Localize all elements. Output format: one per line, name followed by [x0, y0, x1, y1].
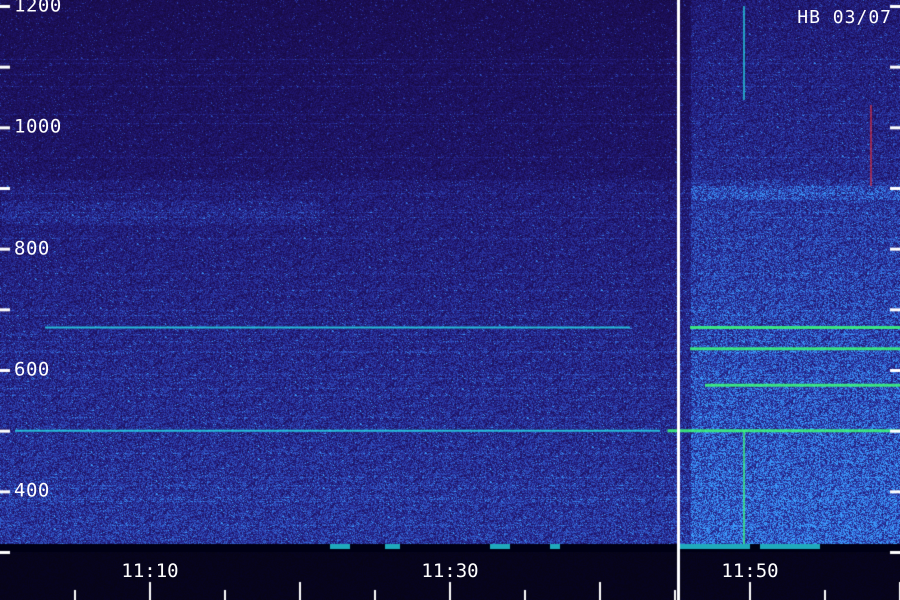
spectrogram-chart: HB 03/07 1200 1000 800 600 400 11:10 11:30 11:…	[0, 0, 900, 600]
station-date-label: HB 03/07	[797, 7, 892, 28]
x-tick-label: 11:30	[421, 560, 479, 582]
y-tick-label: 1000	[14, 115, 62, 138]
y-tick-label: 1200	[14, 0, 62, 17]
x-tick-label: 11:50	[721, 560, 779, 582]
y-tick-label: 800	[14, 237, 50, 260]
spectrogram-canvas	[0, 0, 900, 600]
x-tick-label: 11:10	[121, 560, 179, 582]
y-tick-label: 600	[14, 358, 50, 381]
y-tick-label: 400	[14, 479, 50, 502]
